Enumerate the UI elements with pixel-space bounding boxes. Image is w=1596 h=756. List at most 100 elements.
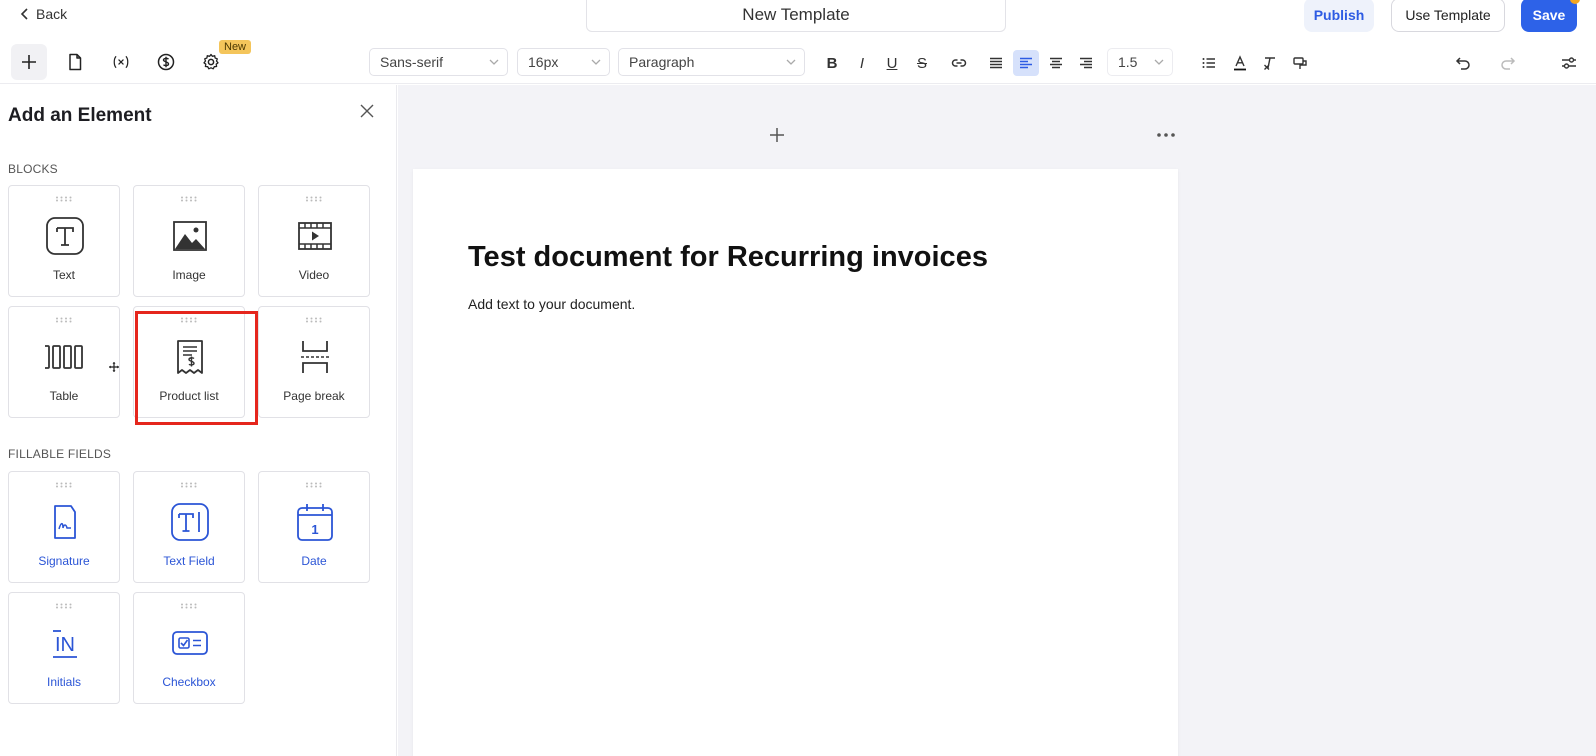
drag-handle-icon[interactable] (55, 196, 73, 202)
initials-glyph: IN (55, 634, 75, 656)
back-label: Back (36, 6, 68, 22)
drag-handle-icon[interactable] (180, 482, 198, 488)
publish-button[interactable]: Publish (1304, 0, 1374, 32)
initials-icon: IN (53, 630, 77, 658)
checkbox-field-tile[interactable]: Checkbox (133, 592, 245, 704)
top-bar: Back New Template Publish Use Template S… (0, 0, 1596, 40)
blocks-section-label: BLOCKS (8, 162, 58, 176)
drag-handle-icon[interactable] (305, 196, 323, 202)
bullet-list-icon (1202, 58, 1215, 68)
tile-label: Date (301, 554, 327, 568)
underline-button[interactable]: U (879, 50, 905, 76)
dollar-circle-icon (157, 53, 175, 71)
font-family-value: Sans-serif (380, 54, 444, 70)
tile-label: Video (298, 268, 330, 282)
clear-format-button[interactable] (1257, 50, 1283, 76)
tile-label: Initials (46, 675, 81, 689)
drag-handle-icon[interactable] (55, 317, 73, 323)
chevron-down-icon (591, 59, 601, 65)
date-field-tile[interactable]: 1 Date (258, 471, 370, 583)
text-block-tile[interactable]: Text (8, 185, 120, 297)
format-painter-icon (1293, 57, 1307, 69)
link-icon (951, 59, 967, 67)
link-button[interactable] (946, 50, 972, 76)
pricing-button[interactable] (148, 44, 184, 80)
gear-icon (203, 53, 219, 70)
use-template-button[interactable]: Use Template (1391, 0, 1505, 32)
align-left-icon (1020, 57, 1032, 69)
block-style-value: Paragraph (629, 54, 695, 70)
drag-handle-icon[interactable] (55, 482, 73, 488)
align-justify-button[interactable] (983, 50, 1009, 76)
line-height-select[interactable]: 1.5 (1107, 48, 1173, 76)
document-heading[interactable]: Test document for Recurring invoices (468, 241, 988, 274)
editor-settings-button[interactable] (1556, 50, 1582, 76)
align-center-button[interactable] (1043, 50, 1069, 76)
chevron-down-icon (1154, 59, 1164, 65)
undo-button[interactable] (1450, 50, 1476, 76)
initials-field-tile[interactable]: IN Initials (8, 592, 120, 704)
redo-button[interactable] (1495, 50, 1521, 76)
video-block-tile[interactable]: Video (258, 185, 370, 297)
text-field-tile[interactable]: Text Field (133, 471, 245, 583)
clear-format-icon (1264, 57, 1275, 70)
more-options-icon[interactable] (1156, 132, 1176, 138)
text-field-icon (171, 503, 209, 541)
document-body-text[interactable]: Add text to your document. (468, 296, 635, 312)
editor-toolbar: New Sans-serif 16px Paragraph B I U S 1.… (0, 40, 1596, 84)
chevron-down-icon (786, 59, 796, 65)
image-icon (173, 221, 207, 251)
drag-handle-icon[interactable] (55, 603, 73, 609)
align-justify-icon (990, 57, 1002, 69)
drag-handle-icon[interactable] (305, 317, 323, 323)
chevron-down-icon (489, 59, 499, 65)
tile-label: Page break (283, 389, 345, 403)
line-height-value: 1.5 (1118, 54, 1138, 70)
bullet-list-button[interactable] (1196, 50, 1222, 76)
variable-icon (113, 55, 129, 69)
plus-icon (22, 55, 36, 69)
align-right-button[interactable] (1073, 50, 1099, 76)
document-icon (69, 53, 82, 71)
undo-icon (1455, 57, 1470, 70)
drag-handle-icon[interactable] (180, 603, 198, 609)
image-block-tile[interactable]: Image (133, 185, 245, 297)
text-color-icon (1234, 55, 1246, 71)
text-color-button[interactable] (1227, 50, 1253, 76)
italic-button[interactable]: I (849, 50, 875, 76)
font-size-select[interactable]: 16px (517, 48, 610, 76)
chevron-left-icon (20, 8, 28, 20)
back-button[interactable]: Back (20, 6, 67, 22)
align-left-button[interactable] (1013, 50, 1039, 76)
tile-label: Text Field (163, 554, 215, 568)
variables-button[interactable] (103, 44, 139, 80)
signature-icon (54, 505, 76, 539)
redo-icon (1501, 57, 1516, 70)
align-right-icon (1080, 57, 1092, 69)
add-block-plus-icon[interactable] (769, 127, 785, 143)
sliders-icon (1562, 57, 1576, 69)
more-format-button[interactable] (1287, 50, 1313, 76)
document-title-input[interactable]: New Template (586, 0, 1006, 32)
calendar-day: 1 (311, 522, 318, 537)
drag-handle-icon[interactable] (305, 482, 323, 488)
block-style-select[interactable]: Paragraph (618, 48, 805, 76)
document-page[interactable]: Test document for Recurring invoices Add… (413, 169, 1178, 756)
document-button[interactable] (57, 44, 93, 80)
signature-field-tile[interactable]: Signature (8, 471, 120, 583)
video-icon (298, 222, 332, 250)
add-element-button[interactable] (11, 44, 47, 80)
drag-handle-icon[interactable] (180, 196, 198, 202)
highlight-box (135, 311, 258, 425)
strikethrough-button[interactable]: S (909, 50, 935, 76)
close-icon[interactable] (357, 101, 377, 121)
move-cursor-icon (109, 362, 119, 372)
bold-button[interactable]: B (819, 50, 845, 76)
document-title: New Template (742, 4, 850, 24)
tile-label: Checkbox (162, 675, 216, 689)
table-block-tile[interactable]: Table (8, 306, 120, 418)
save-button[interactable]: Save (1521, 0, 1577, 32)
tile-label: Image (172, 268, 206, 282)
font-family-select[interactable]: Sans-serif (369, 48, 508, 76)
page-break-block-tile[interactable]: Page break (258, 306, 370, 418)
